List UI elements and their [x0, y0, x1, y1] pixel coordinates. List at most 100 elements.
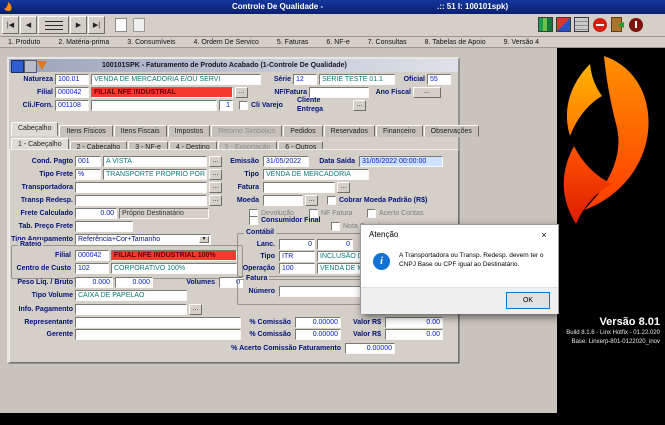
ano-fiscal-browse-button[interactable]: ...	[413, 87, 441, 98]
nota-complementar-checkbox[interactable]	[331, 222, 340, 231]
centro-custo-desc-field[interactable]: CORPORATIVO 100%	[111, 263, 237, 274]
tipo-agrupamento-combo[interactable]: Referência+Cor+Tamanho ▼	[75, 234, 211, 245]
menu-nfe[interactable]: 6. NF-e	[320, 39, 355, 46]
ok-button[interactable]: OK	[506, 292, 550, 309]
dialog-close-icon[interactable]: ×	[530, 225, 558, 245]
filial-code-field[interactable]: 000042	[55, 87, 89, 98]
peso-bruto-field[interactable]: 0.000	[115, 277, 153, 288]
fatura-field[interactable]	[263, 182, 335, 193]
power-icon-button[interactable]	[628, 17, 643, 32]
tipo-frete-desc-field[interactable]: TRANSPORTE PRÓPRIO POR CONTA D	[103, 169, 207, 180]
tipo-field[interactable]: VENDA DE MERCADORIA	[263, 169, 369, 180]
cobrar-moeda-checkbox[interactable]	[327, 196, 336, 205]
info-pagamento-browse-button[interactable]: ...	[189, 304, 202, 315]
tab-reservados[interactable]: Reservados	[324, 125, 375, 137]
tab-financeiro[interactable]: Financeiro	[376, 125, 423, 137]
info-icon: i	[373, 253, 390, 270]
natureza-desc-field[interactable]: VENDA DE MERCADORIA E/OU SERVI	[91, 74, 261, 85]
cond-pagto-code-field[interactable]: 001	[75, 156, 101, 167]
cli-forn-code-field[interactable]: 001108	[55, 100, 89, 111]
transportadora-field[interactable]	[75, 182, 207, 193]
app-session-label: .:: 51 I: 100101spk)	[437, 0, 508, 14]
natureza-code-field[interactable]: 100.01	[55, 74, 89, 85]
menu-consultas[interactable]: 7. Consultas	[362, 39, 413, 46]
record-menu-button[interactable]	[38, 16, 69, 34]
tipo-frete-code-field[interactable]: %	[75, 169, 101, 180]
tab-preco-frete-field[interactable]	[75, 221, 133, 232]
cli-qty-field[interactable]: 1	[219, 100, 233, 111]
document-icon-button[interactable]	[131, 17, 147, 33]
emissao-field[interactable]: 31/05/2022	[263, 156, 309, 167]
serie-code-field[interactable]: 12	[293, 74, 317, 85]
tools-icon	[556, 17, 571, 32]
chevron-down-icon[interactable]: ▼	[199, 236, 209, 243]
menu-ordem-de-servico[interactable]: 4. Ordem De Servico	[188, 39, 265, 46]
last-record-button[interactable]: ▶|	[88, 16, 105, 34]
cond-pagto-desc-field[interactable]: A VISTA	[103, 156, 207, 167]
consumidor-final-checkbox[interactable]	[249, 216, 258, 225]
numero-label: Número	[241, 287, 275, 297]
print-icon[interactable]	[24, 60, 37, 73]
tab-cabecalho[interactable]: Cabeçalho	[11, 122, 58, 136]
filter-icon[interactable]	[37, 61, 47, 70]
form-window-title: 100101SPK - Faturamento de Produto Acaba…	[102, 59, 347, 72]
tipo-volume-label: Tipo Volume	[11, 291, 73, 301]
filial-desc-field[interactable]: FILIAL NFE INDUSTRIAL	[91, 87, 233, 98]
report-icon-button[interactable]	[113, 17, 129, 33]
frete-calculado-field[interactable]: 0.00	[75, 208, 117, 219]
emissao-label: Emissão	[221, 157, 259, 167]
next-record-button[interactable]: ▶	[70, 16, 87, 34]
menu-faturas[interactable]: 5. Faturas	[271, 39, 315, 46]
power-icon	[629, 18, 643, 32]
save-icon[interactable]	[11, 60, 24, 73]
tipo-volume-field[interactable]: CAIXA DE PAPELAO	[75, 290, 187, 301]
gerente-field[interactable]	[75, 329, 241, 340]
centro-custo-label: Centro de Custo	[13, 264, 71, 274]
exit-icon-button[interactable]: ◀	[610, 17, 625, 32]
centro-custo-code-field[interactable]: 102	[75, 263, 109, 274]
serie-desc-field[interactable]: SERIE TESTE 01.1	[319, 74, 395, 85]
representante-field[interactable]	[75, 317, 241, 328]
menu-consumiveis[interactable]: 3. Consumíveis	[121, 39, 181, 46]
cli-forn-name-field[interactable]	[91, 100, 217, 111]
cli-varejo-checkbox[interactable]	[239, 101, 248, 110]
stop-icon-button[interactable]	[592, 17, 607, 32]
lanc-field-1[interactable]: 0	[279, 239, 315, 250]
tools-icon-button[interactable]	[556, 17, 571, 32]
dialog-titlebar: Atenção	[361, 225, 558, 245]
info-pagamento-field[interactable]	[75, 304, 187, 315]
acerto-contas-checkbox[interactable]	[367, 209, 376, 218]
menu-versao4[interactable]: 9. Versão 4	[498, 39, 545, 46]
gerente-label: Gerente	[11, 330, 73, 340]
comissao1-field[interactable]: 0.00000	[295, 317, 341, 328]
previous-record-button[interactable]: ◀	[20, 16, 37, 34]
lanc-field-2[interactable]: 0	[317, 239, 353, 250]
first-record-button[interactable]: |◀	[2, 16, 19, 34]
moeda-browse-button[interactable]: ...	[305, 195, 318, 206]
fatura-browse-button[interactable]: ...	[337, 182, 350, 193]
oficial-field[interactable]: 55	[427, 74, 451, 85]
calculator-icon	[574, 17, 589, 32]
transp-redesp-field[interactable]	[75, 195, 207, 206]
tab-observacoes[interactable]: Observações	[424, 125, 479, 137]
peso-liq-field[interactable]: 0.000	[75, 277, 113, 288]
rateio-filial-desc-field[interactable]: FILIAL NFE INDUSTRIAL 100%	[111, 250, 237, 261]
moeda-field[interactable]	[263, 195, 303, 206]
chart-icon-button[interactable]	[538, 17, 553, 32]
comissao2-field[interactable]: 0.00000	[295, 329, 341, 340]
menu-tabelas-de-apoio[interactable]: 8. Tabelas de Apoio	[419, 39, 492, 46]
menu-materia-prima[interactable]: 2. Matéria-prima	[52, 39, 115, 46]
representante-label: Representante	[11, 318, 73, 328]
cliente-entrega-browse-button[interactable]: ...	[353, 100, 366, 111]
data-saida-field[interactable]: 31/05/2022 00:00:00	[359, 156, 443, 167]
menubar: 1. Produto 2. Matéria-prima 3. Consumíve…	[0, 37, 665, 48]
cobrar-moeda-label: Cobrar Moeda Padrão (R$)	[339, 196, 449, 206]
acerto-comissao-field[interactable]: 0.00000	[345, 343, 395, 354]
calculator-icon-button[interactable]	[574, 17, 589, 32]
rateio-filial-code-field[interactable]: 000042	[75, 250, 109, 261]
contabil-tipo-code-field[interactable]: ITR	[279, 251, 315, 262]
operacao-code-field[interactable]: 100	[279, 263, 315, 274]
filial-browse-button[interactable]: ...	[235, 87, 248, 98]
menu-produto[interactable]: 1. Produto	[2, 39, 46, 46]
exit-arrow-icon: ◀	[618, 20, 624, 29]
